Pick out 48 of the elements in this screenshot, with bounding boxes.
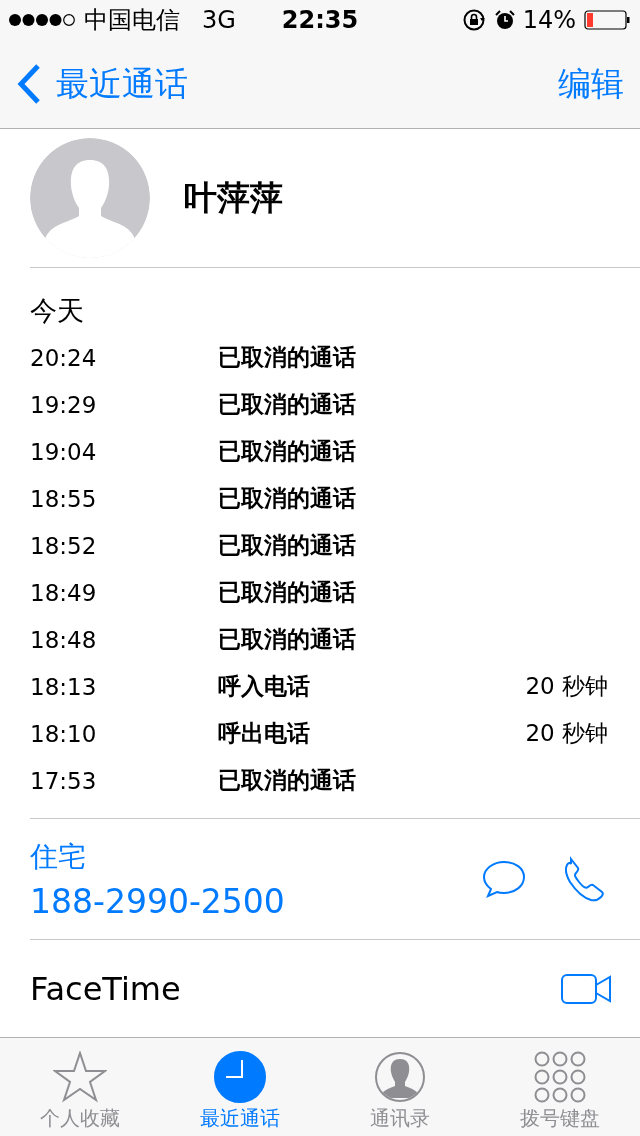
status-time: 22:35 xyxy=(281,6,359,34)
tab[interactable]: 通讯录 xyxy=(320,1038,480,1136)
call-duration: 20 秒钟 xyxy=(525,719,608,748)
star-icon xyxy=(53,1051,107,1103)
contact-icon xyxy=(374,1051,426,1103)
call-time: 19:29 xyxy=(30,391,98,418)
call-time: 18:52 xyxy=(30,532,98,559)
call-time: 18:10 xyxy=(30,720,98,747)
call-type: 已取消的通话 xyxy=(218,484,357,513)
facetime-label: FaceTime xyxy=(30,969,181,1008)
carrier-name: 中国电信 xyxy=(84,5,180,36)
battery-icon xyxy=(584,10,630,30)
call-time: 20:24 xyxy=(30,344,98,371)
battery-percent: 14% xyxy=(522,6,576,34)
keypad-icon xyxy=(534,1051,586,1103)
tab[interactable]: 拨号键盘 xyxy=(480,1038,640,1136)
call-type: 呼出电话 xyxy=(218,719,311,748)
contact-name: 叶萍萍 xyxy=(184,176,283,219)
network-type: 3G xyxy=(202,6,236,34)
message-icon[interactable] xyxy=(482,860,526,898)
call-type: 呼入电话 xyxy=(218,672,311,701)
tab[interactable]: 最近通话 xyxy=(160,1038,320,1136)
call-time: 19:04 xyxy=(30,438,98,465)
call-type: 已取消的通话 xyxy=(218,390,357,419)
call-type: 已取消的通话 xyxy=(218,531,357,560)
call-type: 已取消的通话 xyxy=(218,766,357,795)
tab[interactable]: 个人收藏 xyxy=(0,1038,160,1136)
call-type: 已取消的通话 xyxy=(218,437,357,466)
call-type: 已取消的通话 xyxy=(218,343,357,372)
clock-icon xyxy=(214,1051,266,1103)
call-time: 18:55 xyxy=(30,485,98,512)
call-time: 18:48 xyxy=(30,626,98,653)
phone-number[interactable]: 188-2990-2500 xyxy=(30,881,446,921)
date-header: 今天 xyxy=(30,294,85,328)
call-type: 已取消的通话 xyxy=(218,578,357,607)
edit-button[interactable]: 编辑 xyxy=(558,61,624,107)
call-duration: 20 秒钟 xyxy=(525,672,608,701)
call-type: 已取消的通话 xyxy=(218,625,357,654)
alarm-icon xyxy=(494,10,515,30)
back-chevron-icon xyxy=(16,63,42,105)
signal-icon xyxy=(8,13,76,27)
call-time: 17:53 xyxy=(30,767,98,794)
video-camera-icon[interactable] xyxy=(560,972,612,1005)
call-time: 18:13 xyxy=(30,673,98,700)
back-button[interactable]: 最近通话 xyxy=(16,61,188,107)
rotation-lock-icon xyxy=(462,9,487,31)
phone-label: 住宅 xyxy=(30,838,87,875)
call-time: 18:49 xyxy=(30,579,98,606)
